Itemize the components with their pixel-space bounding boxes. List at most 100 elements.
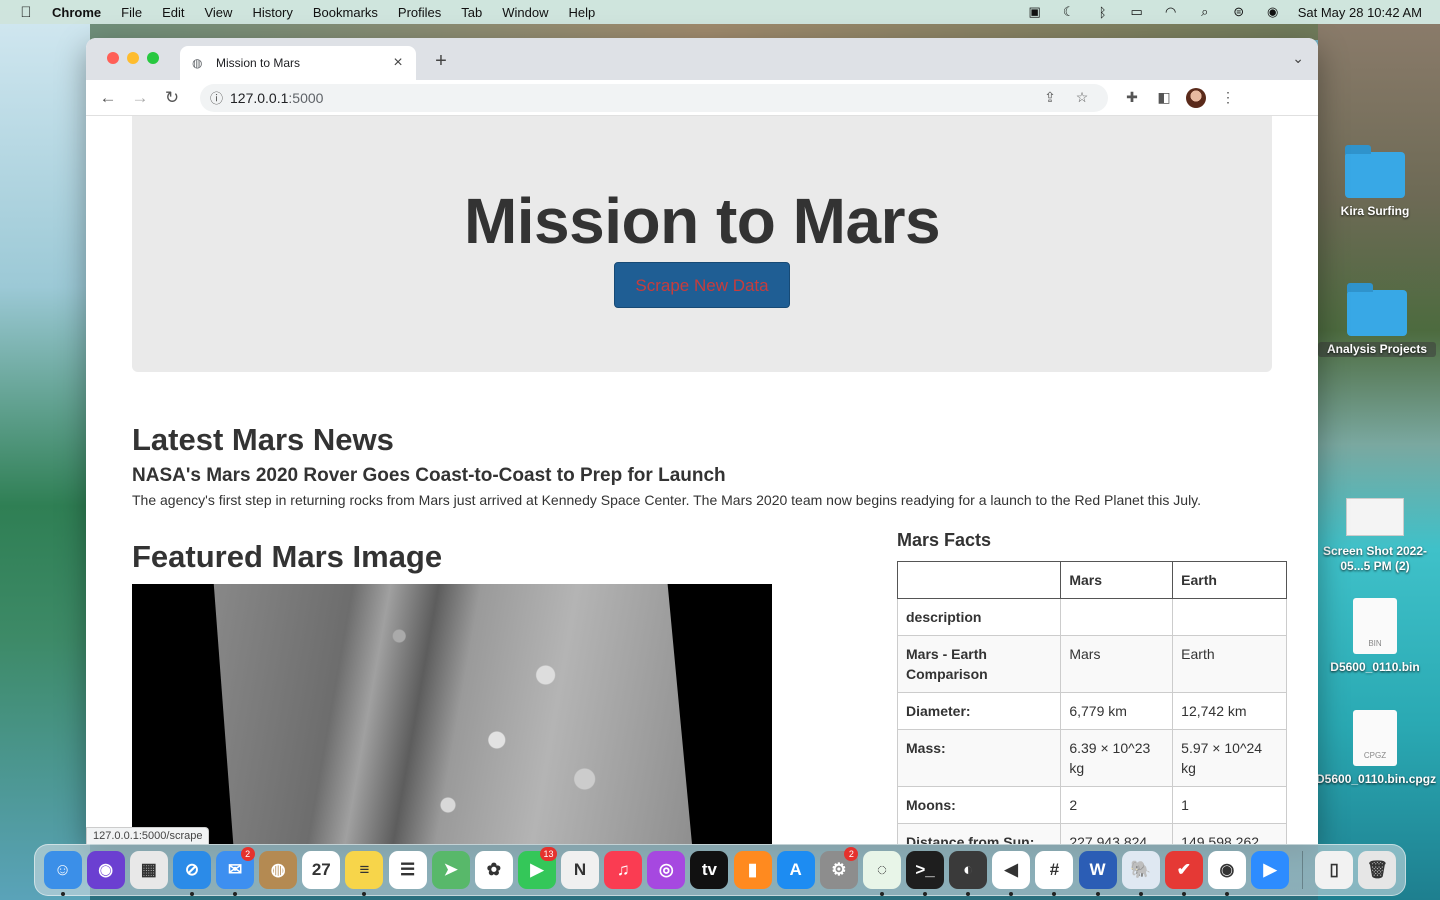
dock-item-todoist[interactable]: ✔ — [1162, 844, 1205, 896]
dock-item-activity-ring[interactable]: ◌ — [860, 844, 903, 896]
dock-item-books[interactable]: ▮ — [731, 844, 774, 896]
new-tab-button[interactable]: + — [430, 50, 452, 73]
launchpad-icon: ▦ — [129, 851, 168, 889]
desktop-item-kira-surfing[interactable]: Kira Surfing — [1316, 145, 1434, 219]
contacts-icon: ◍ — [259, 851, 298, 889]
desktop-item-cpgz-file[interactable]: CPGZ D5600_0110.bin.cpgz — [1316, 710, 1436, 787]
close-window-button[interactable] — [107, 52, 119, 64]
dock-item-postgres[interactable]: 🐘 — [1119, 844, 1162, 896]
focus-moon-icon[interactable]: ☾ — [1052, 4, 1086, 20]
vscode-icon: ◀ — [992, 851, 1031, 889]
trash-icon: 🗑 — [1358, 851, 1397, 889]
running-indicator — [189, 892, 194, 896]
menu-window[interactable]: Window — [492, 5, 558, 20]
folder-icon — [1345, 145, 1405, 198]
tab-search-chevron-icon[interactable]: ⌄ — [1292, 50, 1304, 67]
dock-item-slack[interactable]: # — [1033, 844, 1076, 896]
table-row-label: Moons: — [896, 786, 1062, 824]
dock-item-app-store[interactable]: A — [774, 844, 817, 896]
dock-item-zoom[interactable]: ▶ — [1249, 844, 1292, 896]
table-cell-mars: 6,779 km — [1060, 692, 1174, 730]
globe-icon: ◍ — [192, 56, 203, 70]
dock-item-chrome[interactable]: ◉ — [1205, 844, 1248, 896]
menu-bookmarks[interactable]: Bookmarks — [303, 5, 388, 20]
bookmark-star-icon[interactable]: ☆ — [1066, 89, 1098, 106]
profile-avatar[interactable] — [1186, 87, 1206, 108]
desktop-item-analysis-projects[interactable]: Analysis Projects — [1318, 283, 1436, 357]
dock-item-finder[interactable]: ☺ — [41, 844, 84, 896]
side-panel-icon[interactable]: ◧ — [1148, 89, 1180, 106]
dock-item-facetime[interactable]: ▶ 13 — [515, 844, 558, 896]
control-center-icon[interactable]: ⊜ — [1222, 4, 1256, 20]
share-icon[interactable]: ⇪ — [1034, 89, 1066, 106]
menu-profiles[interactable]: Profiles — [388, 5, 451, 20]
dock-item-maps[interactable]: ➤ — [429, 844, 472, 896]
dock-item-terminal[interactable]: >_ — [904, 844, 947, 896]
menu-view[interactable]: View — [194, 5, 242, 20]
dock-item-calendar[interactable]: 27 — [300, 844, 343, 896]
table-row: Diameter: 6,779 km 12,742 km — [896, 692, 1287, 730]
back-button[interactable]: ← — [92, 88, 124, 108]
dock-item-trash[interactable]: 🗑 — [1356, 844, 1399, 896]
menu-edit[interactable]: Edit — [152, 5, 194, 20]
dock-item-vscode[interactable]: ◀ — [990, 844, 1033, 896]
table-cell-earth — [1172, 598, 1287, 636]
dock-item-documents-stack[interactable]: ▯ — [1313, 844, 1356, 896]
dock-item-music[interactable]: ♫ — [602, 844, 645, 896]
table-cell-mars — [1060, 598, 1174, 636]
dock-item-system-preferences[interactable]: ⚙ 2 — [817, 844, 860, 896]
featured-mars-image — [132, 584, 772, 844]
running-indicator — [362, 892, 367, 896]
screen-recording-icon[interactable]: ▣ — [1018, 4, 1052, 20]
dock-item-apple-tv[interactable]: tv — [688, 844, 731, 896]
running-indicator — [233, 892, 238, 896]
apple-menu-icon[interactable]:  — [0, 4, 52, 21]
url-port: :5000 — [288, 89, 324, 106]
safari-icon: ⊘ — [172, 851, 211, 889]
dock-item-siri[interactable]: ◉ — [84, 844, 127, 896]
dock-item-word[interactable]: W — [1076, 844, 1119, 896]
desktop-item-screenshot[interactable]: Screen Shot 2022-05...5 PM (2) — [1316, 498, 1434, 574]
battery-icon[interactable]: ▭ — [1120, 4, 1154, 20]
featured-image-heading: Featured Mars Image — [132, 539, 443, 574]
menu-file[interactable]: File — [111, 5, 152, 20]
site-info-icon[interactable]: ⓘ — [210, 88, 230, 107]
bluetooth-icon[interactable]: ᛒ — [1086, 5, 1120, 20]
scrape-new-data-button[interactable]: Scrape New Data — [614, 262, 790, 308]
menu-history[interactable]: History — [242, 5, 302, 20]
dock-item-photos[interactable]: ✿ — [472, 844, 515, 896]
extensions-puzzle-icon[interactable]: ✚ — [1116, 89, 1148, 106]
address-bar[interactable]: ⓘ 127.0.0.1:5000 ⇪ ☆ — [200, 83, 1108, 112]
browser-toolbar: ← → ↻ ⓘ 127.0.0.1:5000 ⇪ ☆ ✚ ◧ ⋮ — [86, 80, 1318, 116]
postgres-icon: 🐘 — [1121, 851, 1160, 889]
desktop-item-bin-file[interactable]: BIN D5600_0110.bin — [1316, 598, 1434, 675]
preview-icon: ◐ — [949, 851, 988, 889]
more-menu-icon[interactable]: ⋮ — [1212, 89, 1244, 106]
dock-item-notes[interactable]: ≡ — [343, 844, 386, 896]
dock-item-mail[interactable]: ✉ 2 — [214, 844, 257, 896]
forward-button[interactable]: → — [124, 88, 156, 108]
dock-item-contacts[interactable]: ◍ — [257, 844, 300, 896]
dock-item-reminders[interactable]: ☰ — [386, 844, 429, 896]
siri-menu-icon[interactable]: ◉ — [1256, 4, 1290, 20]
wifi-icon[interactable]: ◠ — [1154, 4, 1188, 20]
close-tab-icon[interactable]: × — [390, 54, 406, 72]
tab-mission-to-mars[interactable]: ◍ Mission to Mars × — [180, 46, 416, 80]
dock-item-safari[interactable]: ⊘ — [170, 844, 213, 896]
table-row: Mars - Earth Comparison Mars Earth — [896, 635, 1287, 693]
table-header-cell: Mars — [1060, 561, 1174, 599]
dock-item-news[interactable]: N — [559, 844, 602, 896]
menu-help[interactable]: Help — [559, 5, 606, 20]
menu-clock[interactable]: Sat May 28 10:42 AM — [1290, 5, 1422, 20]
spotlight-search-icon[interactable]: ⌕ — [1188, 4, 1222, 20]
mars-facts-table: Mars Earth description Mars - Earth Comp… — [896, 561, 1287, 844]
dock-item-launchpad[interactable]: ▦ — [127, 844, 170, 896]
reload-button[interactable]: ↻ — [156, 88, 188, 108]
running-indicator — [1181, 892, 1186, 896]
menu-app-name[interactable]: Chrome — [52, 5, 111, 20]
dock-item-podcasts[interactable]: ◎ — [645, 844, 688, 896]
menu-tab[interactable]: Tab — [451, 5, 492, 20]
minimize-window-button[interactable] — [127, 52, 139, 64]
dock-item-preview[interactable]: ◐ — [947, 844, 990, 896]
maximize-window-button[interactable] — [147, 52, 159, 64]
